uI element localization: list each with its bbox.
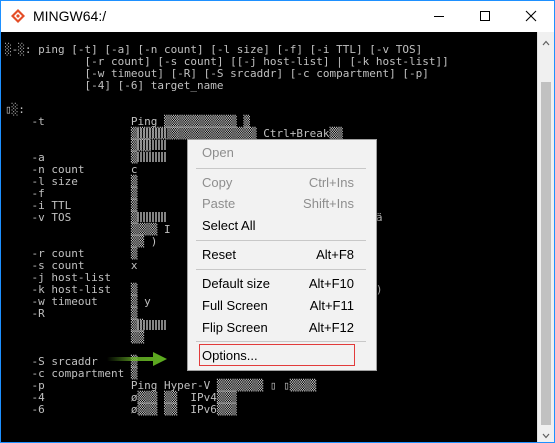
close-icon [525,7,537,26]
chevron-up-icon [542,31,550,50]
garbled-text [137,128,167,138]
mintty-window: MINGW64:/ ░-░: ping [-t] [-a] [-n count]… [0,0,555,443]
garbled-text [137,212,167,222]
window-title: MINGW64:/ [33,8,107,24]
menu-item-label: Full Screen [202,298,268,313]
minimize-button[interactable] [416,1,462,32]
terminal-line: ▒▒ [5,331,145,344]
menu-item-label: Open [202,145,234,160]
terminal-line: -6 ø▒▒▒ ▒▒ IPv6▒▒▒ [5,403,237,416]
menu-item-shortcut: Alt+F12 [308,320,354,335]
menu-item-label: Copy [202,175,233,190]
menu-separator [196,240,366,241]
mingw-icon[interactable] [10,8,26,24]
garbled-text [137,152,167,162]
menu-item-flip-screen[interactable]: Flip Screen Alt+F12 [188,317,374,338]
annotation-arrow-icon [107,352,167,366]
menu-item-shortcut: Alt+F10 [308,276,354,291]
menu-item-paste[interactable]: Paste Shift+Ins [188,193,374,214]
menu-item-default-size[interactable]: Default size Alt+F10 [188,273,374,294]
menu-item-open[interactable]: Open [188,142,374,163]
menu-item-full-screen[interactable]: Full Screen Alt+F11 [188,295,374,316]
menu-separator [196,341,366,342]
menu-item-label: Select All [202,218,256,233]
close-button[interactable] [508,1,554,32]
menu-item-shortcut: Shift+Ins [303,196,354,211]
title-bar[interactable]: MINGW64:/ [1,1,554,32]
maximize-button[interactable] [462,1,508,32]
menu-item-label: Default size [202,276,270,291]
garbled-text [137,320,167,330]
scroll-up-button[interactable] [538,32,554,49]
scroll-down-button[interactable] [538,425,554,442]
menu-item-label: Paste [202,196,236,211]
scroll-thumb[interactable] [541,82,551,425]
menu-separator [196,168,366,169]
menu-item-shortcut: Ctrl+Ins [308,175,354,190]
terminal-line: [-4] [-6] target_name [5,79,224,92]
menu-item-shortcut: Alt+F8 [316,247,354,262]
menu-item-reset[interactable]: Reset Alt+F8 [188,244,374,265]
menu-item-label: Flip Screen [202,320,268,335]
context-menu: Open Copy Ctrl+Ins Paste Shift+Ins Selec… [187,139,377,371]
options-highlight-box [199,344,355,366]
menu-item-select-all[interactable]: Select All [188,215,374,236]
chevron-down-icon [542,424,550,443]
menu-item-label: Reset [202,247,236,262]
menu-item-copy[interactable]: Copy Ctrl+Ins [188,172,374,193]
menu-separator [196,269,366,270]
menu-item-shortcut: Alt+F11 [309,298,354,313]
minimize-icon [433,7,445,26]
maximize-icon [479,7,491,26]
vertical-scrollbar[interactable] [537,32,554,442]
garbled-text [137,140,167,150]
